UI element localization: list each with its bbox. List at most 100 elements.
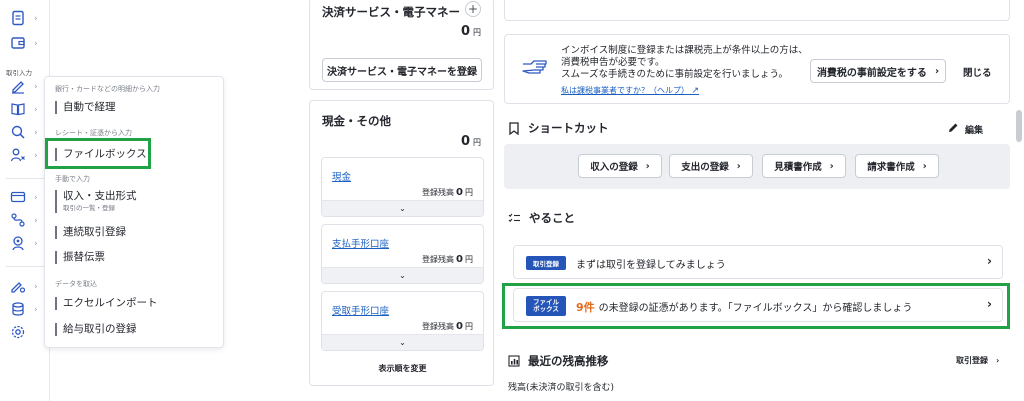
rail-item-user[interactable]: ›	[10, 145, 46, 167]
todo-text: まずは取引を登録してみましょう	[576, 260, 726, 271]
group-label-import: データを取込	[55, 280, 97, 288]
expand-account-toggle[interactable]: ⌄	[322, 334, 483, 350]
rail-item-wallet[interactable]: ›	[10, 33, 46, 55]
tax-setup-button[interactable]: 消費税の事前設定をする ›	[810, 59, 946, 83]
todo-item-register[interactable]: 取引登録 まずは取引を登録してみましょう ›	[513, 245, 1003, 279]
chevron-down-icon: ⌄	[399, 338, 406, 347]
menu-item-auto-accounting[interactable]: 自動で経理	[55, 101, 215, 114]
account-balance: 登録残高 0 円	[422, 187, 473, 198]
chevron-right-icon: ›	[736, 160, 741, 172]
invoice-notice-banner: インボイス制度に登録または課税売上が条件以上の方は、 消費税申告が必要です。 ス…	[504, 34, 1010, 104]
payment-card-title: 決済サービス・電子マネー	[322, 5, 460, 19]
pointing-hand-icon	[521, 57, 549, 80]
account-card[interactable]: 支払手形口座 登録残高 0 円 ⌄	[321, 224, 484, 284]
balance-register-link[interactable]: 取引登録 ›	[956, 355, 999, 366]
reorder-link[interactable]: 表示順を変更	[310, 363, 495, 374]
rail-item-import[interactable]: ›	[10, 276, 46, 298]
menu-item-income-expense[interactable]: 収入・支出形式 取引の一覧・登録	[55, 190, 215, 213]
entry-flyout-menu: 銀行・カードなどの明細から入力 自動で経理 レシート・証憑から入力 ファイルボッ…	[44, 76, 224, 348]
checklist-icon	[508, 212, 521, 224]
income-entry-shortcut[interactable]: 収入の登録 ›	[578, 154, 662, 178]
invoice-create-shortcut[interactable]: 請求書作成 ›	[855, 154, 939, 178]
register-payment-button[interactable]: 決済サービス・電子マネーを登録	[322, 58, 482, 82]
chevron-right-icon: ›	[987, 254, 992, 268]
expand-account-toggle[interactable]: ⌄	[322, 267, 483, 283]
account-card[interactable]: 受取手形口座 登録残高 0 円 ⌄	[321, 291, 484, 351]
chevron-right-icon: ›	[645, 160, 650, 172]
chevron-right-icon: ›	[829, 160, 834, 172]
rail-item-entry[interactable]: ›	[10, 76, 46, 98]
pen-icon	[10, 78, 26, 97]
credit-card-icon	[10, 189, 26, 208]
menu-item-payroll[interactable]: 給与取引の登録	[55, 323, 215, 336]
rail-item-report[interactable]: ›	[10, 8, 46, 30]
cash-other-card: 現金・その他 0円 現金 登録残高 0 円 ⌄ 支払手形口座 登録残高 0 円 ⌄ 受取…	[309, 100, 494, 386]
account-name-link[interactable]: 支払手形口座	[332, 236, 389, 250]
chevron-right-icon: ›	[34, 105, 38, 115]
menu-item-transfer-slip[interactable]: 振替伝票	[55, 251, 215, 264]
chevron-right-icon: ›	[34, 14, 38, 24]
shortcut-bar: 収入の登録 › 支出の登録 › 見積書作成 › 請求書作成 ›	[504, 144, 1010, 189]
bookmark-icon	[508, 121, 520, 135]
book-icon	[10, 101, 26, 120]
scrollbar-thumb[interactable]	[1016, 110, 1022, 142]
account-balance: 登録残高 0 円	[422, 321, 473, 332]
rail-item-flow[interactable]: ›	[10, 210, 46, 232]
chevron-right-icon: ›	[34, 151, 38, 161]
plus-icon: +	[467, 2, 479, 16]
chevron-right-icon: ›	[34, 282, 38, 292]
edit-shortcut-button[interactable]: 編集	[948, 122, 983, 136]
menu-item-continuous-entry[interactable]: 連続取引登録	[55, 226, 215, 239]
chevron-right-icon: ›	[34, 239, 38, 249]
rail-item-search[interactable]: ›	[10, 122, 46, 144]
rail-divider	[6, 266, 46, 267]
cash-card-title: 現金・その他	[322, 114, 391, 128]
todo-section-title: やること	[508, 210, 575, 226]
user-gear-icon	[10, 235, 26, 254]
expand-account-toggle[interactable]: ⌄	[322, 200, 483, 216]
database-icon	[10, 301, 26, 320]
account-balance: 登録残高 0 円	[422, 254, 473, 265]
taxable-help-link[interactable]: 私は課税事業者ですか？（ヘルプ） ↗	[561, 85, 699, 96]
gear-icon	[10, 324, 26, 343]
account-name-link[interactable]: 現金	[332, 169, 351, 183]
payment-amount: 0円	[460, 24, 481, 39]
chart-icon	[508, 355, 520, 367]
chevron-right-icon: ›	[922, 160, 927, 172]
icon-rail: › › 取引入力 › › › › › › › › ›	[0, 0, 50, 401]
group-label-bank: 銀行・カードなどの明細から入力	[55, 85, 160, 93]
search-icon	[10, 124, 26, 143]
quote-create-shortcut[interactable]: 見積書作成 ›	[762, 154, 846, 178]
close-banner-button[interactable]: 閉じる	[963, 65, 992, 79]
flow-icon	[10, 212, 26, 231]
account-name-link[interactable]: 受取手形口座	[332, 303, 389, 317]
rail-item-card[interactable]: ›	[10, 187, 46, 209]
cash-amount: 0円	[460, 134, 481, 149]
user-x-icon	[10, 147, 26, 166]
chevron-right-icon: ›	[34, 305, 38, 315]
pencil-icon	[948, 122, 959, 136]
add-payment-button[interactable]: +	[465, 1, 481, 17]
rail-item-gear[interactable]	[10, 322, 46, 344]
group-label-receipt: レシート・証憑から入力	[55, 129, 132, 137]
group-label-manual: 手動で入力	[55, 175, 90, 183]
expense-entry-shortcut[interactable]: 支出の登録 ›	[669, 154, 753, 178]
rail-divider	[6, 178, 46, 179]
chevron-right-icon: ›	[34, 39, 38, 49]
external-link-icon: ↗	[691, 86, 700, 96]
chevron-right-icon: ›	[34, 216, 38, 226]
rail-item-settings-user[interactable]: ›	[10, 233, 46, 255]
document-icon	[10, 10, 26, 29]
chevron-right-icon: ›	[934, 65, 940, 77]
payment-service-card: 決済サービス・電子マネー + 0円 決済サービス・電子マネーを登録	[309, 0, 494, 90]
rail-item-database[interactable]: ›	[10, 299, 46, 321]
todo-badge: 取引登録	[526, 256, 566, 270]
pen-gear-icon	[10, 278, 26, 297]
rail-item-book[interactable]: ›	[10, 99, 46, 121]
top-card-edge	[504, 0, 1010, 21]
balance-subtitle: 残高(未決済の取引を含む)	[508, 383, 615, 393]
invoice-notice-text: インボイス制度に登録または課税売上が条件以上の方は、 消費税申告が必要です。 ス…	[561, 45, 808, 80]
chevron-right-icon: ›	[996, 356, 1000, 365]
menu-item-excel-import[interactable]: エクセルインポート	[55, 297, 215, 310]
account-card[interactable]: 現金 登録残高 0 円 ⌄	[321, 157, 484, 217]
